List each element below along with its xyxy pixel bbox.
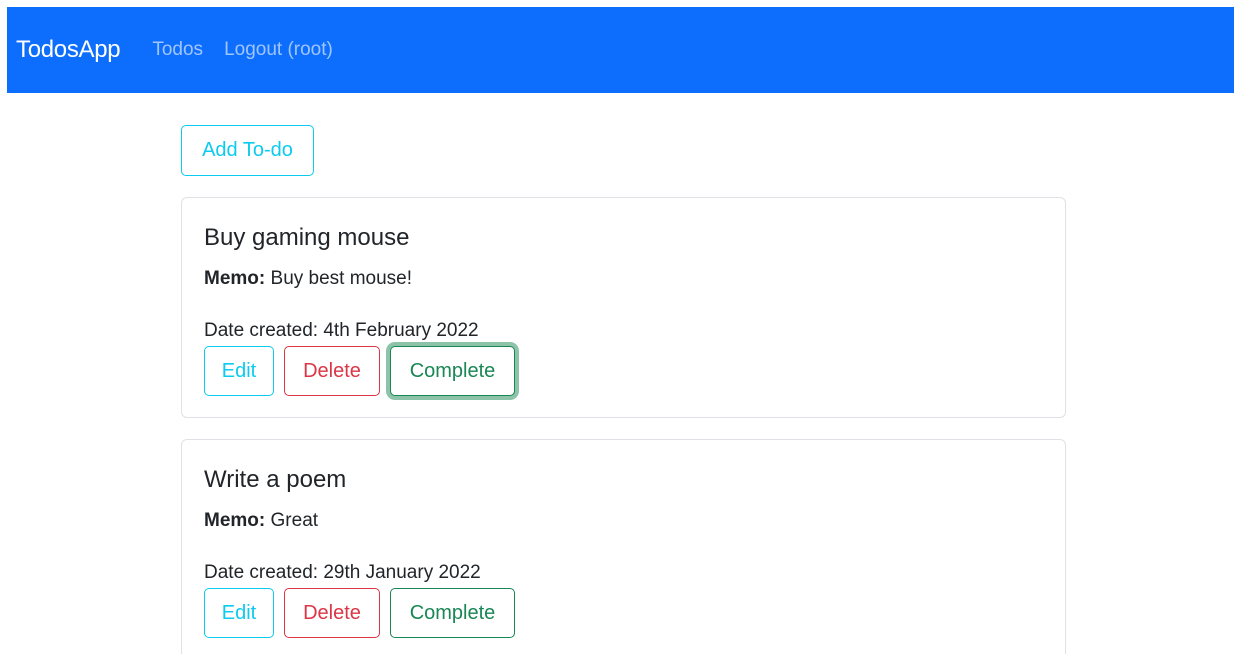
memo-text: Great — [270, 510, 319, 531]
memo-label: Memo: — [204, 510, 266, 531]
todo-date: Date created: 29th January 2022 — [204, 562, 481, 583]
navbar: TodosApp Todos Logout (root) — [7, 7, 1234, 93]
delete-button[interactable]: Delete — [284, 588, 380, 638]
complete-button[interactable]: Complete — [390, 588, 515, 638]
edit-button[interactable]: Edit — [204, 588, 274, 638]
todo-title: Buy gaming mouse — [204, 224, 410, 251]
complete-button[interactable]: Complete — [390, 346, 515, 396]
add-todo-button[interactable]: Add To-do — [181, 125, 314, 176]
brand-link[interactable]: TodosApp — [16, 36, 121, 64]
todo-card: Write a poem Memo: Great Date created: 2… — [181, 439, 1066, 654]
memo-label: Memo: — [204, 268, 266, 289]
todo-memo: Memo: Great — [204, 510, 318, 532]
page: TodosApp Todos Logout (root) Add To-do B… — [0, 0, 1234, 654]
edit-button[interactable]: Edit — [204, 346, 274, 396]
todo-title: Write a poem — [204, 466, 347, 493]
todo-date: Date created: 4th February 2022 — [204, 320, 479, 341]
nav-link-logout[interactable]: Logout (root) — [224, 39, 333, 61]
memo-text: Buy best mouse! — [270, 268, 413, 289]
todo-memo: Memo: Buy best mouse! — [204, 268, 412, 290]
todo-card: Buy gaming mouse Memo: Buy best mouse! D… — [181, 197, 1066, 418]
delete-button[interactable]: Delete — [284, 346, 380, 396]
nav-link-todos[interactable]: Todos — [152, 39, 203, 61]
